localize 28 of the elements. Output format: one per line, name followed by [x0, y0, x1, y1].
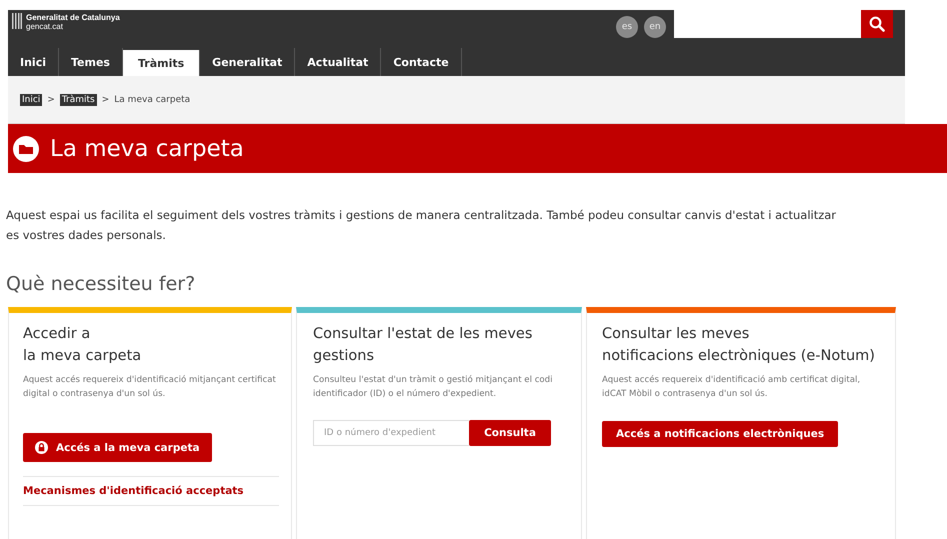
card-title: Consultar les meves notificacions electròniques (e-Notum) — [602, 325, 876, 366]
folder-icon — [13, 136, 39, 162]
consult-button[interactable]: Consulta — [469, 420, 551, 446]
card-description: Aquest accés requereix d'identificació amb certificat digital, idCAT Mòbil o contrasenya d'un sol ús. — [602, 374, 862, 401]
breadcrumb-separator: > — [47, 94, 55, 104]
lock-icon — [35, 441, 48, 454]
search-button[interactable] — [861, 10, 893, 38]
breadcrumb-link[interactable]: Inici — [20, 94, 42, 106]
access-button[interactable]: Accés a notificacions electròniques — [602, 421, 838, 447]
id-field[interactable]: ID o número d'expedient — [313, 420, 469, 446]
search-field[interactable] — [674, 10, 861, 38]
search-icon — [869, 16, 885, 32]
card-description: Consulteu l'estat d'un tràmit o gestió mitjançant el codi identificador (ID) o el número d'expedient. — [313, 374, 554, 401]
identification-link[interactable]: Mecanismes d'identificació acceptats — [23, 476, 279, 506]
logo-icon — [12, 13, 22, 29]
nav-tab[interactable]: Tràmits — [122, 50, 200, 76]
brand-title: Generalitat de Catalunya — [26, 13, 120, 22]
card-title: Consultar l'estat de les meves gestions — [313, 325, 534, 366]
intro-text: Aquest espai us facilita el seguiment dels vostres tràmits i gestions de manera centralitzada. També podeu consultar canvis d'estat i actualitzar es vostres dades personals. — [6, 207, 838, 244]
card-description: Aquest accés requereix d'identificació mitjançant certificat digital o contrasenya d'un sol ús. — [23, 374, 277, 401]
page-title: La meva carpeta — [50, 136, 244, 162]
brand-subtitle: gencat.cat — [26, 22, 64, 31]
breadcrumb-current: La meva carpeta — [114, 94, 190, 104]
section-heading: Què necessiteu fer? — [6, 273, 196, 295]
breadcrumb-separator: > — [102, 94, 110, 104]
breadcrumb-link[interactable]: Tràmits — [60, 94, 97, 106]
access-button[interactable]: Accés a la meva carpeta — [23, 433, 212, 462]
card-title: Accedir a la meva carpeta — [23, 325, 142, 366]
